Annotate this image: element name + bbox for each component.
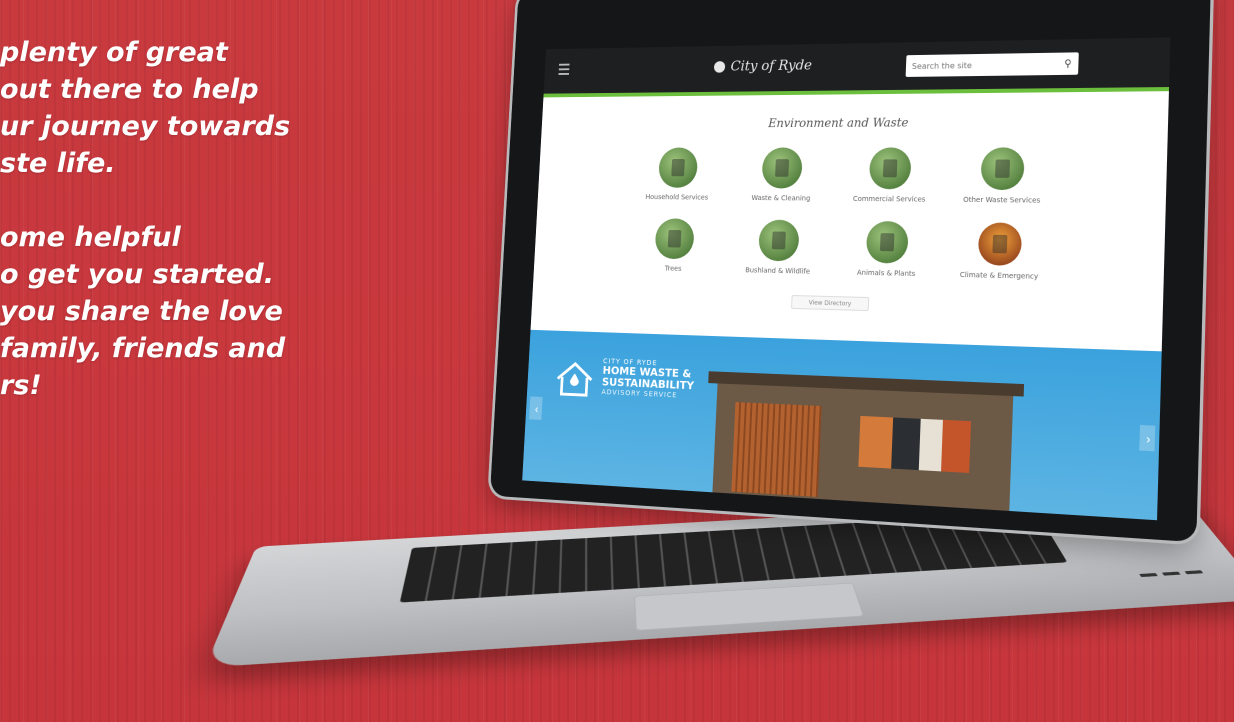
- tree-icon: [654, 218, 695, 260]
- search-box: ⚲: [905, 52, 1079, 77]
- carousel-prev-button[interactable]: ‹: [529, 396, 543, 420]
- promo-spacer: [0, 182, 420, 219]
- search-input[interactable]: [905, 58, 1058, 72]
- logo-text: City of Ryde: [730, 57, 813, 75]
- service-label: Climate & Emergency: [959, 270, 1039, 281]
- house-water-drop-icon: [553, 359, 596, 399]
- laptop-ports: [1139, 570, 1204, 578]
- banner-house-photo: [708, 371, 1025, 520]
- promo-line: ste life.: [0, 148, 116, 179]
- service-item-climate[interactable]: Climate & Emergency: [950, 222, 1051, 281]
- service-label: Other Waste Services: [962, 195, 1041, 205]
- view-directory-button[interactable]: View Directory: [791, 295, 870, 312]
- promo-line: out there to help: [0, 74, 259, 105]
- service-label: Household Services: [645, 193, 709, 202]
- hero-banner[interactable]: CITY OF RYDE HOME WASTE & SUSTAINABILITY…: [522, 329, 1162, 521]
- promo-line: o get you started.: [0, 259, 274, 290]
- service-item-commercial[interactable]: Commercial Services: [842, 147, 939, 204]
- search-icon[interactable]: ⚲: [1057, 58, 1078, 69]
- laptop-base: [204, 495, 1234, 668]
- bags-icon: [980, 147, 1025, 191]
- service-item-animals-plants[interactable]: Animals & Plants: [839, 220, 936, 279]
- promo-line: ome helpful: [0, 222, 181, 253]
- promo-line: rs!: [0, 370, 42, 401]
- sign-icon: [761, 147, 803, 189]
- bin-icon: [657, 147, 699, 188]
- website-display: City of Ryde ⚲ Environment and Waste Hou…: [522, 37, 1171, 521]
- promo-line: you share the love: [0, 296, 283, 327]
- service-label: Trees: [664, 264, 682, 273]
- carousel-next-button[interactable]: ›: [1139, 424, 1156, 452]
- service-item-other-waste[interactable]: Other Waste Services: [953, 147, 1053, 205]
- keyboard: [399, 512, 1068, 603]
- promo-line: plenty of great: [0, 37, 228, 68]
- promo-text: plenty of great out there to help ur jou…: [0, 34, 420, 404]
- service-item-waste-cleaning[interactable]: Waste & Cleaning: [735, 147, 828, 202]
- plant-icon: [865, 220, 909, 264]
- banner-text: CITY OF RYDE HOME WASTE & SUSTAINABILITY…: [601, 357, 695, 400]
- section-title: Environment and Waste: [767, 115, 909, 131]
- wildlife-icon: [758, 219, 800, 262]
- service-item-household[interactable]: Household Services: [633, 147, 723, 202]
- promo-line: ur journey towards: [0, 111, 291, 142]
- trackpad: [633, 582, 865, 631]
- service-item-bushland[interactable]: Bushland & Wildlife: [732, 219, 826, 276]
- laptop-screen: City of Ryde ⚲ Environment and Waste Hou…: [489, 0, 1212, 543]
- site-logo[interactable]: City of Ryde: [713, 57, 813, 75]
- service-label: Waste & Cleaning: [751, 194, 811, 203]
- logo-emblem-icon: [713, 61, 726, 73]
- hamburger-menu-icon[interactable]: [558, 63, 570, 77]
- site-header: City of Ryde ⚲: [543, 37, 1171, 98]
- service-label: Commercial Services: [852, 194, 926, 204]
- promo-line: family, friends and: [0, 333, 286, 364]
- service-label: Bushland & Wildlife: [745, 266, 811, 276]
- service-item-trees[interactable]: Trees: [629, 218, 719, 274]
- service-label: Animals & Plants: [856, 268, 916, 278]
- fire-icon: [977, 222, 1023, 266]
- service-grid: Household Services Waste & Cleaning Comm…: [534, 147, 1167, 283]
- collection-icon: [868, 147, 912, 190]
